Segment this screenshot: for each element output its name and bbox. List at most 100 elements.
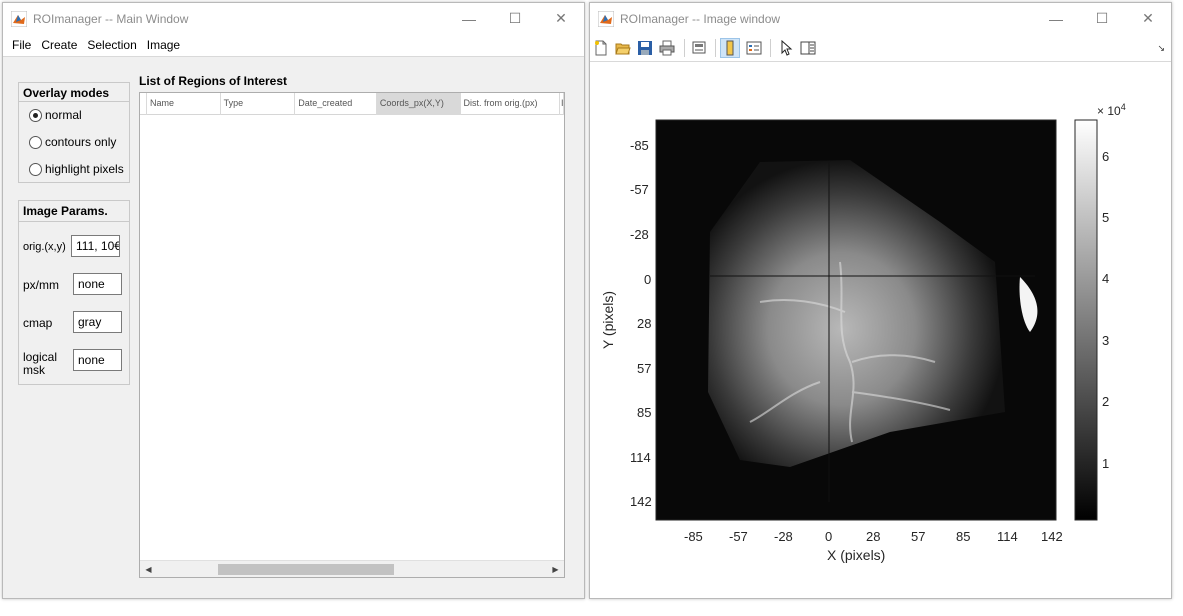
mask-label-line2: msk xyxy=(23,363,45,377)
colorbar-icon[interactable] xyxy=(720,38,740,58)
radio-button[interactable] xyxy=(29,162,42,176)
matlab-icon xyxy=(598,10,614,27)
y-axis-label: Y (pixels) xyxy=(600,290,617,350)
toolbar-separator xyxy=(684,39,685,57)
colorbar-tick-label: 5 xyxy=(1102,210,1110,225)
colorbar-multiplier-base: × 10 xyxy=(1097,104,1121,118)
x-tick-label: -28 xyxy=(774,529,793,544)
y-tick-label: 142 xyxy=(630,494,652,509)
overlay-modes-panel: Overlay modes normal contours only highl… xyxy=(18,82,130,183)
minimize-button[interactable]: — xyxy=(1033,3,1079,34)
radio-button[interactable] xyxy=(29,135,42,149)
table-row-gutter xyxy=(140,93,147,115)
colorbar-tick-label: 4 xyxy=(1102,271,1110,286)
print-preview-icon[interactable] xyxy=(689,38,709,58)
cmap-input[interactable]: gray xyxy=(73,311,122,333)
y-tick-label: 85 xyxy=(637,405,652,420)
overlay-modes-title: Overlay modes xyxy=(23,86,110,100)
toolbar-separator xyxy=(715,39,716,57)
y-tick-label: 0 xyxy=(644,272,652,287)
pxmm-label: px/mm xyxy=(23,278,59,292)
window-controls: — ☐ ✕ xyxy=(446,3,584,34)
window-title: ROImanager -- Image window xyxy=(620,11,781,26)
roi-list-title: List of Regions of Interest xyxy=(139,74,288,88)
radio-button-checked[interactable] xyxy=(29,108,42,122)
image-window-titlebar[interactable]: ROImanager -- Image window — ☐ ✕ xyxy=(590,3,1171,34)
y-tick-label: 28 xyxy=(637,316,652,331)
colorbar-multiplier: × 104 xyxy=(1097,102,1126,118)
radio-label-highlight-pixels: highlight pixels xyxy=(45,162,124,176)
column-dist-from-orig[interactable]: Dist. from orig.(px) xyxy=(461,93,561,115)
menu-selection[interactable]: Selection xyxy=(82,38,141,52)
x-tick-label: 114 xyxy=(997,529,1018,544)
figure-canvas: -85 -57 -28 0 28 57 85 114 142 -85 -57 -… xyxy=(590,62,1171,598)
new-file-icon[interactable] xyxy=(591,38,611,58)
toolbar-separator xyxy=(770,39,771,57)
column-coords[interactable]: Coords_px(X,Y) xyxy=(376,93,461,115)
orig-input[interactable]: 111, 10€ xyxy=(71,235,120,257)
open-folder-icon[interactable] xyxy=(613,38,633,58)
menu-file[interactable]: File xyxy=(7,38,36,52)
roi-table[interactable]: Name Type Date_created Coords_px(X,Y) Di… xyxy=(139,92,565,578)
radio-highlight-pixels[interactable]: highlight pixels xyxy=(29,162,124,176)
x-tick-label: 85 xyxy=(956,529,971,544)
x-axis-label: X (pixels) xyxy=(827,547,886,563)
image-axes[interactable] xyxy=(590,62,1171,598)
scroll-left-icon[interactable]: ◀ xyxy=(140,561,157,578)
figure-toolbar: ↘ xyxy=(590,34,1171,62)
y-tick-label: 57 xyxy=(637,361,652,376)
menu-bar: File Create Selection Image xyxy=(3,34,584,57)
radio-label-contours-only: contours only xyxy=(45,135,117,149)
horizontal-scrollbar[interactable]: ◀ ▶ xyxy=(140,560,564,577)
maximize-button[interactable]: ☐ xyxy=(492,3,538,34)
maximize-button[interactable]: ☐ xyxy=(1079,3,1125,34)
main-window: ROImanager -- Main Window — ☐ ✕ File Cre… xyxy=(2,2,585,599)
property-inspector-icon[interactable] xyxy=(798,38,818,58)
main-window-titlebar[interactable]: ROImanager -- Main Window — ☐ ✕ xyxy=(3,3,584,34)
close-button[interactable]: ✕ xyxy=(538,3,584,34)
column-type[interactable]: Type xyxy=(221,93,296,115)
menu-image[interactable]: Image xyxy=(142,38,185,52)
minimize-button[interactable]: — xyxy=(446,3,492,34)
x-tick-label: 142 xyxy=(1041,529,1063,544)
x-tick-label: 0 xyxy=(825,529,833,544)
y-tick-label: -57 xyxy=(630,182,649,197)
print-icon[interactable] xyxy=(657,38,677,58)
x-tick-label: -57 xyxy=(729,529,748,544)
column-date-created[interactable]: Date_created xyxy=(295,93,377,115)
colorbar-multiplier-exp: 4 xyxy=(1120,102,1126,112)
window-title: ROImanager -- Main Window xyxy=(33,11,189,26)
close-button[interactable]: ✕ xyxy=(1125,3,1171,34)
mask-input[interactable]: none xyxy=(73,349,122,371)
colorbar xyxy=(1074,119,1098,521)
orig-label: orig.(x,y) xyxy=(23,241,66,253)
roi-table-header: Name Type Date_created Coords_px(X,Y) Di… xyxy=(140,93,565,115)
pointer-icon[interactable] xyxy=(776,38,796,58)
column-name[interactable]: Name xyxy=(147,93,221,115)
x-tick-label: -85 xyxy=(684,529,703,544)
matlab-icon xyxy=(11,10,27,27)
colorbar-tick-label: 6 xyxy=(1102,149,1110,164)
image-window: ROImanager -- Image window — ☐ ✕ ↘ -85 -… xyxy=(589,2,1172,599)
legend-icon[interactable] xyxy=(744,38,764,58)
x-tick-label: 57 xyxy=(911,529,926,544)
save-icon[interactable] xyxy=(635,38,655,58)
y-tick-label: -85 xyxy=(630,138,649,153)
panel-divider xyxy=(19,221,129,222)
colorbar-tick-label: 1 xyxy=(1102,456,1110,471)
menu-create[interactable]: Create xyxy=(36,38,82,52)
radio-label-normal: normal xyxy=(45,108,82,122)
scroll-right-icon[interactable]: ▶ xyxy=(547,561,564,578)
radio-contours-only[interactable]: contours only xyxy=(29,135,116,149)
pxmm-input[interactable]: none xyxy=(73,273,122,295)
toolbar-dock-icon[interactable]: ↘ xyxy=(1157,43,1165,54)
panel-divider xyxy=(19,101,129,102)
column-truncated[interactable]: I xyxy=(560,93,565,115)
image-params-title: Image Params. xyxy=(23,204,108,218)
colorbar-tick-label: 3 xyxy=(1102,333,1110,348)
scrollbar-thumb[interactable] xyxy=(218,564,394,575)
window-controls: — ☐ ✕ xyxy=(1033,3,1171,34)
radio-normal[interactable]: normal xyxy=(29,108,82,122)
y-tick-label: 114 xyxy=(630,450,651,465)
x-tick-label: 28 xyxy=(866,529,881,544)
